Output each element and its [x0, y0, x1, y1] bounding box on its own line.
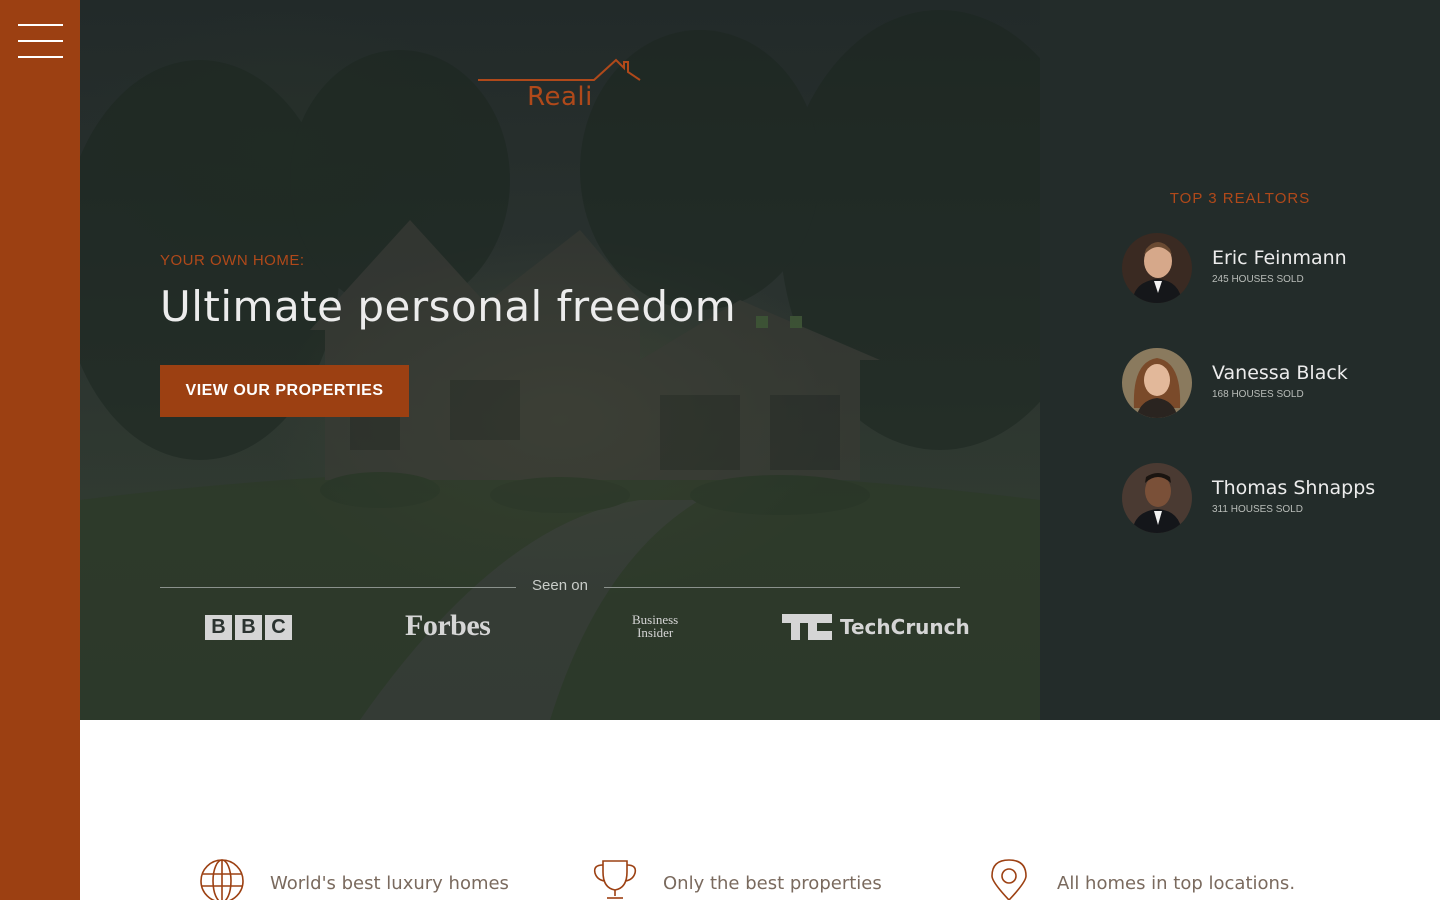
bbc-letter: C [265, 615, 292, 640]
realtor-houses-sold: 168 HOUSES SOLD [1212, 389, 1304, 400]
techcrunch-text: TechCrunch [840, 615, 970, 639]
feature-label: World's best luxury homes [270, 873, 509, 894]
realtor-card-vanessa[interactable]: Vanessa Black 168 HOUSES SOLD [1122, 348, 1422, 418]
realtor-name: Eric Feinmann [1212, 247, 1347, 269]
realtors-title: TOP 3 REALTORS [1169, 190, 1311, 207]
bbc-logo: B B C [205, 615, 293, 640]
realtor-card-eric[interactable]: Eric Feinmann 245 HOUSES SOLD [1122, 233, 1422, 303]
forbes-logo: Forbes [405, 609, 491, 642]
hero-eyebrow: YOUR OWN HOME: [160, 252, 305, 269]
realtor-name: Vanessa Black [1212, 362, 1348, 384]
sidebar [0, 0, 80, 900]
seen-on-label: Seen on [532, 577, 588, 594]
globe-icon [200, 859, 244, 900]
view-properties-button[interactable]: VIEW OUR PROPERTIES [160, 365, 409, 417]
realtor-houses-sold: 245 HOUSES SOLD [1212, 274, 1304, 285]
bbc-letter: B [205, 615, 232, 640]
eric-avatar [1122, 233, 1192, 303]
feature-label: Only the best properties [663, 873, 882, 894]
hamburger-menu-icon[interactable] [18, 24, 63, 58]
thomas-avatar [1122, 463, 1192, 533]
reali-logo[interactable]: Reali [478, 56, 642, 116]
trophy-icon [593, 860, 637, 899]
techcrunch-logo: TechCrunch [782, 614, 970, 640]
techcrunch-mark-icon [782, 614, 832, 640]
bbc-letter: B [235, 615, 262, 640]
feature-label: All homes in top locations. [1057, 873, 1296, 894]
hero-section: Reali YOUR OWN HOME: Ultimate personal f… [80, 0, 1040, 720]
top-realtors-panel: TOP 3 REALTORS Eric Feinmann 245 HOUSES … [1040, 0, 1440, 720]
hero-headline: Ultimate personal freedom [160, 282, 737, 331]
realtor-name: Thomas Shnapps [1212, 477, 1376, 499]
seen-on-divider-right [604, 587, 960, 588]
insider-line-2: Insider [637, 625, 674, 640]
seen-on-divider-left [160, 587, 516, 588]
map-pin-icon [991, 859, 1027, 900]
business-insider-logo: Business Insider [632, 613, 678, 639]
logo-text: Reali [527, 82, 593, 112]
realtor-card-thomas[interactable]: Thomas Shnapps 311 HOUSES SOLD [1122, 463, 1422, 533]
realtor-houses-sold: 311 HOUSES SOLD [1212, 504, 1303, 515]
vanessa-avatar [1122, 348, 1192, 418]
